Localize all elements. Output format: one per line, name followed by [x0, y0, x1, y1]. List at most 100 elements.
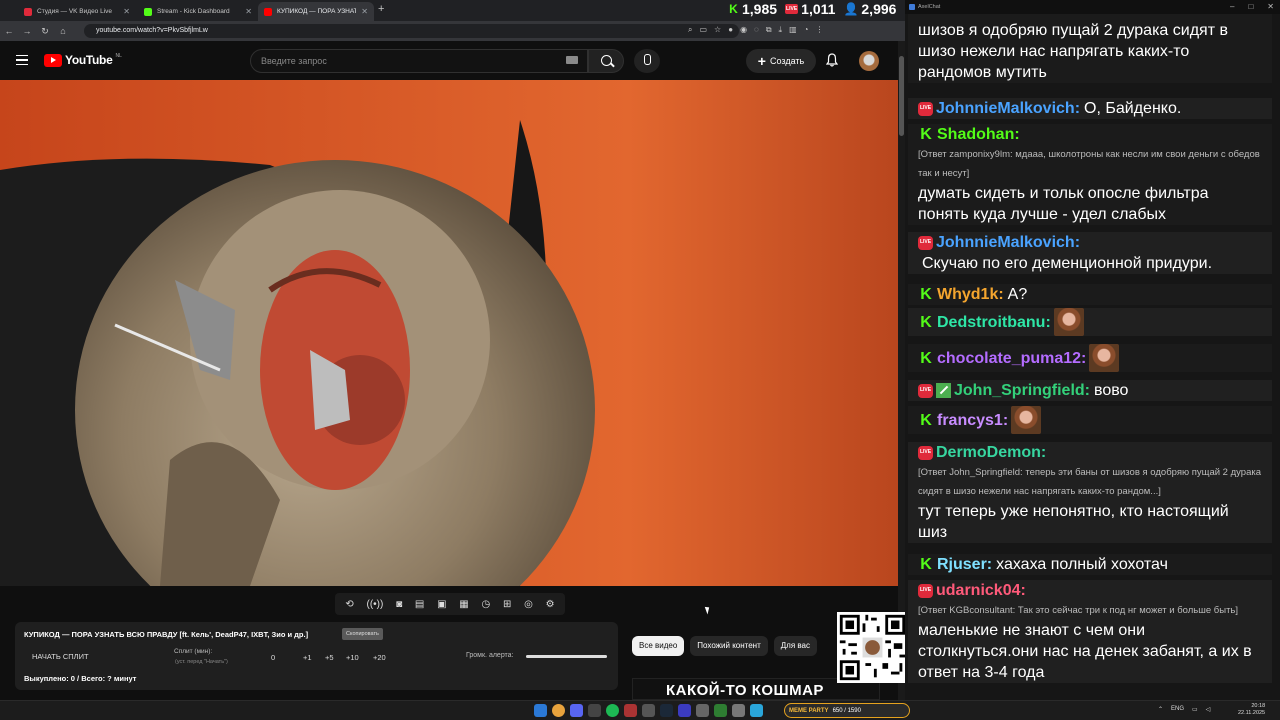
extension-icon[interactable]: ●: [728, 25, 733, 35]
chrome-icon[interactable]: [552, 704, 565, 717]
cinema-icon[interactable]: ▦: [459, 599, 468, 610]
add-1-button[interactable]: +1: [303, 653, 312, 662]
add-10-button[interactable]: +10: [346, 653, 359, 662]
chat-emote-icon: [1053, 308, 1084, 336]
tab-kick-dashboard[interactable]: Stream - Kick Dashboard ✕: [138, 2, 258, 21]
chat-nickname[interactable]: chocolate_puma12:: [937, 348, 1086, 369]
profile-icon[interactable]: ◔: [804, 25, 809, 35]
avatar[interactable]: [859, 51, 879, 71]
close-tab-icon[interactable]: ✕: [123, 7, 130, 16]
add-20-button[interactable]: +20: [373, 653, 386, 662]
tab-youtube[interactable]: КУПИКОД — ПОРА УЗНАТ ✕: [258, 2, 374, 21]
chat-nickname[interactable]: DermoDemon:: [936, 442, 1046, 463]
add-clip-icon[interactable]: ⊞: [503, 599, 511, 610]
create-button[interactable]: + Создать: [746, 49, 816, 73]
voice-search-button[interactable]: [634, 49, 660, 73]
chat-nickname[interactable]: Shadohan:: [937, 124, 1020, 145]
chat-message-list[interactable]: шизов я одобряю пущай 2 дурака сидят в ш…: [905, 14, 1280, 700]
chat-nickname[interactable]: John_Springfield:: [954, 380, 1090, 401]
chat-nickname[interactable]: udarnick04:: [936, 580, 1026, 601]
back-icon[interactable]: ←: [0, 26, 18, 36]
bookmark-star-icon[interactable]: ☆: [714, 25, 721, 35]
close-tab-icon[interactable]: ✕: [245, 7, 252, 16]
obs-icon[interactable]: [624, 704, 637, 717]
chat-nickname[interactable]: Dedstroitbanu:: [937, 312, 1051, 333]
forward-icon[interactable]: →: [18, 26, 36, 36]
chat-nickname[interactable]: Whyd1k:: [937, 284, 1004, 305]
chat-text: О, Байденко.: [1084, 100, 1182, 117]
maximize-icon[interactable]: □: [1248, 2, 1253, 11]
youtube-logo[interactable]: YouTube NL: [44, 53, 122, 67]
scrollbar-thumb[interactable]: [899, 56, 904, 136]
chat-window: AxelChat – □ ✕ шизов я одобряю пущай 2 д…: [905, 0, 1280, 700]
discord-icon[interactable]: [570, 704, 583, 717]
puzzle-icon[interactable]: ⧉: [766, 25, 772, 35]
copy-button[interactable]: Скопировать: [342, 628, 383, 640]
clock[interactable]: 20:18 22.11.2025: [1238, 703, 1265, 717]
screenshot-icon[interactable]: ◎: [524, 599, 533, 610]
spotify-icon[interactable]: [606, 704, 619, 717]
bought-minutes: Выкуплено: 0 / Всего: ? минут: [24, 674, 137, 683]
chip-for-you[interactable]: Для вас: [773, 636, 817, 656]
network-icon[interactable]: ▭: [1192, 706, 1198, 713]
kick-icon: K: [729, 2, 738, 16]
eye-icon[interactable]: ◙: [396, 599, 402, 610]
meme-party-widget[interactable]: MEME PARTY 650 / 1590: [784, 703, 910, 718]
app-icon[interactable]: [714, 704, 727, 717]
zoom-icon[interactable]: ⌕: [688, 25, 692, 35]
chip-all-videos[interactable]: Все видео: [632, 636, 685, 656]
loop-icon[interactable]: ⟲: [345, 599, 353, 610]
telegram-icon[interactable]: [750, 704, 763, 717]
language-indicator[interactable]: ENG: [1171, 706, 1184, 713]
video-player[interactable]: [0, 80, 898, 586]
audio-icon[interactable]: ((•)): [367, 599, 384, 610]
search-input[interactable]: Введите запрос: [250, 49, 588, 73]
steam-icon[interactable]: [660, 704, 673, 717]
menu-icon[interactable]: ⋮: [815, 25, 823, 35]
page-scrollbar[interactable]: [898, 41, 905, 700]
close-tab-icon[interactable]: ✕: [361, 7, 368, 16]
alert-volume-slider[interactable]: [526, 655, 607, 658]
extension-icon[interactable]: ◌: [754, 25, 759, 35]
chat-nickname[interactable]: JohnnieMalkovich:: [936, 232, 1080, 253]
notifications-bell-icon[interactable]: [826, 53, 838, 67]
cast-icon[interactable]: ▭: [699, 25, 707, 35]
chat-nickname[interactable]: JohnnieMalkovich:: [936, 98, 1080, 119]
chat-nickname[interactable]: francys1:: [937, 410, 1008, 431]
app-icon[interactable]: [732, 704, 745, 717]
kick-icon: K: [920, 411, 932, 429]
sidebar-icon[interactable]: ▥: [789, 25, 797, 35]
split-minutes-value[interactable]: 0: [271, 653, 275, 662]
app-icon[interactable]: [696, 704, 709, 717]
tab-vk-studio[interactable]: Студия — VK Видео Live ✕: [18, 2, 136, 21]
app-icon[interactable]: [642, 704, 655, 717]
search-button[interactable]: [588, 49, 624, 73]
chip-similar-content[interactable]: Похожий контент: [690, 636, 768, 656]
close-icon[interactable]: ✕: [1267, 2, 1274, 11]
person-icon: 👤: [843, 2, 859, 16]
app-icon[interactable]: [678, 704, 691, 717]
app-icon[interactable]: [588, 704, 601, 717]
chat-nickname[interactable]: Rjuser:: [937, 554, 992, 575]
url-field[interactable]: youtube.com/watch?v=PkvSbfjlmLw: [84, 24, 739, 38]
tab-title: Stream - Kick Dashboard: [157, 8, 230, 15]
speed-icon[interactable]: ◷: [482, 599, 491, 610]
start-icon[interactable]: [534, 704, 547, 717]
download-icon[interactable]: ⤓: [779, 25, 783, 35]
menu-icon[interactable]: [16, 55, 28, 65]
chevron-up-icon[interactable]: ⌃: [1158, 706, 1163, 713]
chat-message: K Rjuser: хахаха полный хохотач: [908, 554, 1272, 575]
start-split-button[interactable]: НАЧАТЬ СПЛИТ: [32, 652, 89, 661]
picture-in-picture-icon[interactable]: ▣: [437, 599, 446, 610]
gear-icon[interactable]: ⚙: [546, 599, 555, 610]
keyboard-icon[interactable]: [566, 56, 578, 64]
volume-icon[interactable]: ◁: [1206, 706, 1211, 713]
extension-icon[interactable]: ◉: [740, 25, 747, 35]
reload-icon[interactable]: ↻: [36, 26, 54, 37]
new-tab-icon[interactable]: +: [378, 3, 384, 15]
minimize-icon[interactable]: –: [1230, 2, 1234, 11]
home-icon[interactable]: ⌂: [54, 26, 72, 36]
add-5-button[interactable]: +5: [325, 653, 334, 662]
film-icon[interactable]: ▤: [415, 599, 424, 610]
viewer-stats: K 1,985 LIVE 1,011 👤 2,996: [728, 0, 896, 18]
